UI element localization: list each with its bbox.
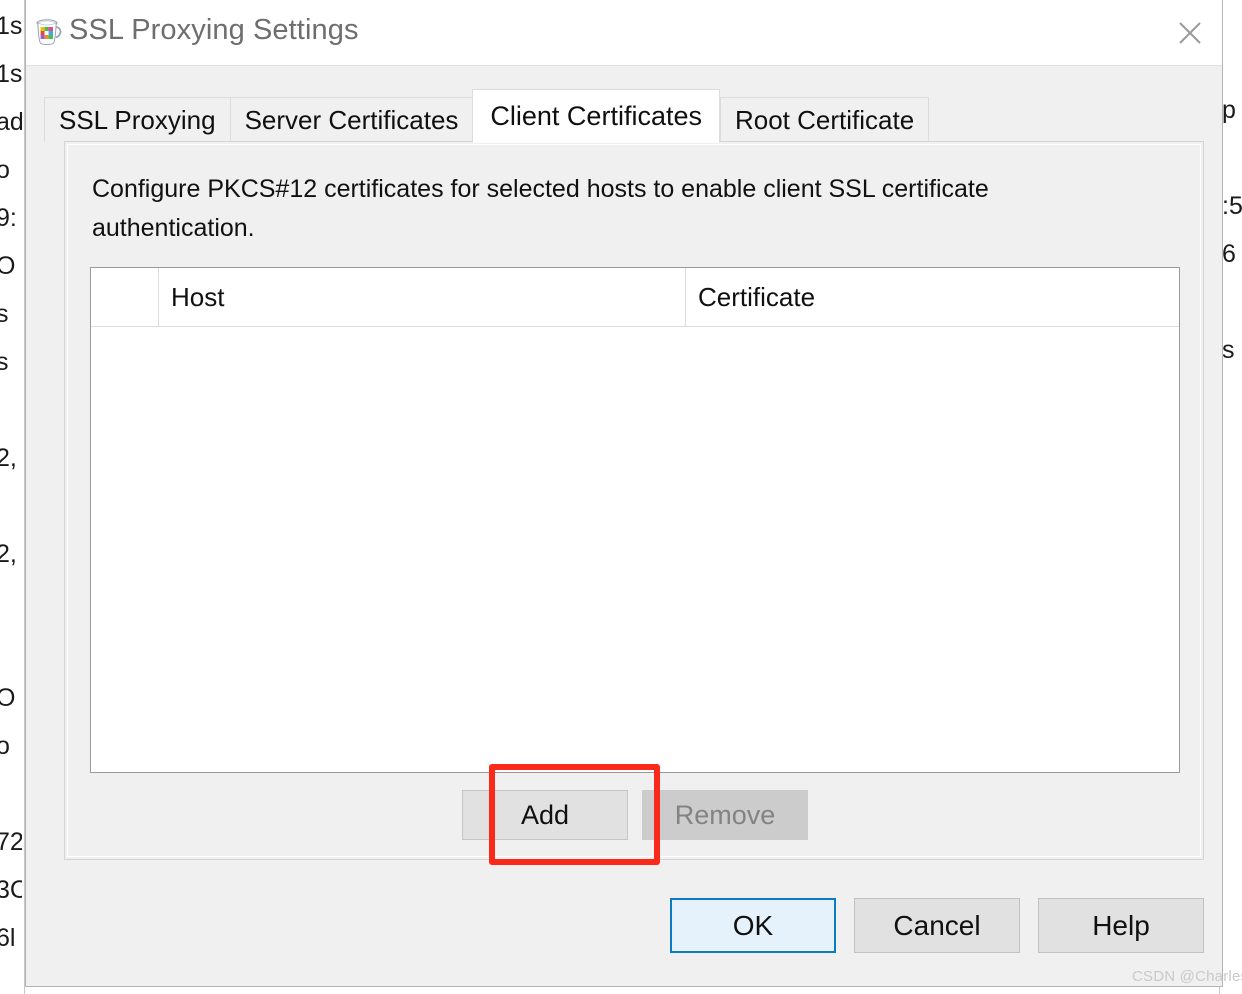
tab-label: Root Certificate bbox=[734, 104, 915, 135]
help-button[interactable]: Help bbox=[1038, 898, 1204, 953]
cancel-button-label: Cancel bbox=[893, 909, 981, 941]
add-button-label: Add bbox=[520, 799, 570, 830]
tab-root-certificate[interactable]: Root Certificate bbox=[719, 97, 930, 142]
dialog-title-bar: SSL Proxying Settings bbox=[26, 0, 1222, 66]
column-header-host[interactable]: Host bbox=[159, 268, 686, 326]
tab-ssl-proxying[interactable]: SSL Proxying bbox=[44, 97, 230, 142]
tab-label: Client Certificates bbox=[490, 100, 702, 131]
tab-label: Server Certificates bbox=[244, 104, 459, 135]
column-header-select[interactable] bbox=[91, 268, 159, 326]
ok-button[interactable]: OK bbox=[670, 898, 836, 953]
help-button-label: Help bbox=[1092, 909, 1150, 941]
dialog-footer: OK Cancel Help bbox=[26, 898, 1222, 958]
tab-server-certificates[interactable]: Server Certificates bbox=[229, 97, 473, 142]
background-right-text: p :5 6 s bbox=[1222, 96, 1242, 364]
watermark: CSDN @Charles-L bbox=[1132, 968, 1242, 985]
client-certificates-panel-inner: Configure PKCS#12 certificates for selec… bbox=[67, 144, 1202, 865]
charles-jug-icon bbox=[33, 16, 63, 48]
background-left-text: 1s 1s ad o 9: O s s 2, 2, O o 72 3C 6l bbox=[0, 12, 22, 952]
dialog-title: SSL Proxying Settings bbox=[69, 14, 359, 46]
list-action-bar: Add Remove bbox=[68, 790, 1202, 846]
table-body[interactable] bbox=[91, 327, 1179, 772]
tab-client-certificates[interactable]: Client Certificates bbox=[472, 89, 720, 143]
column-header-certificate[interactable]: Certificate bbox=[686, 268, 1179, 326]
close-icon[interactable] bbox=[1158, 0, 1222, 65]
remove-button[interactable]: Remove bbox=[642, 790, 808, 840]
ok-button-label: OK bbox=[732, 909, 774, 941]
client-certificates-table[interactable]: Host Certificate bbox=[90, 267, 1180, 773]
table-header-row: Host Certificate bbox=[91, 268, 1179, 327]
client-certificates-panel: Configure PKCS#12 certificates for selec… bbox=[64, 141, 1204, 865]
panel-description: Configure PKCS#12 certificates for selec… bbox=[92, 175, 989, 242]
ssl-proxying-settings-dialog: SSL Proxying Settings SSL Proxying Serve… bbox=[26, 0, 1242, 986]
tab-label: SSL Proxying bbox=[59, 104, 216, 135]
remove-button-label: Remove bbox=[674, 799, 776, 830]
tab-strip: SSL Proxying Server Certificates Client … bbox=[44, 89, 930, 143]
add-button[interactable]: Add bbox=[462, 790, 628, 840]
cancel-button[interactable]: Cancel bbox=[854, 898, 1020, 953]
background-left-rule bbox=[24, 0, 25, 994]
